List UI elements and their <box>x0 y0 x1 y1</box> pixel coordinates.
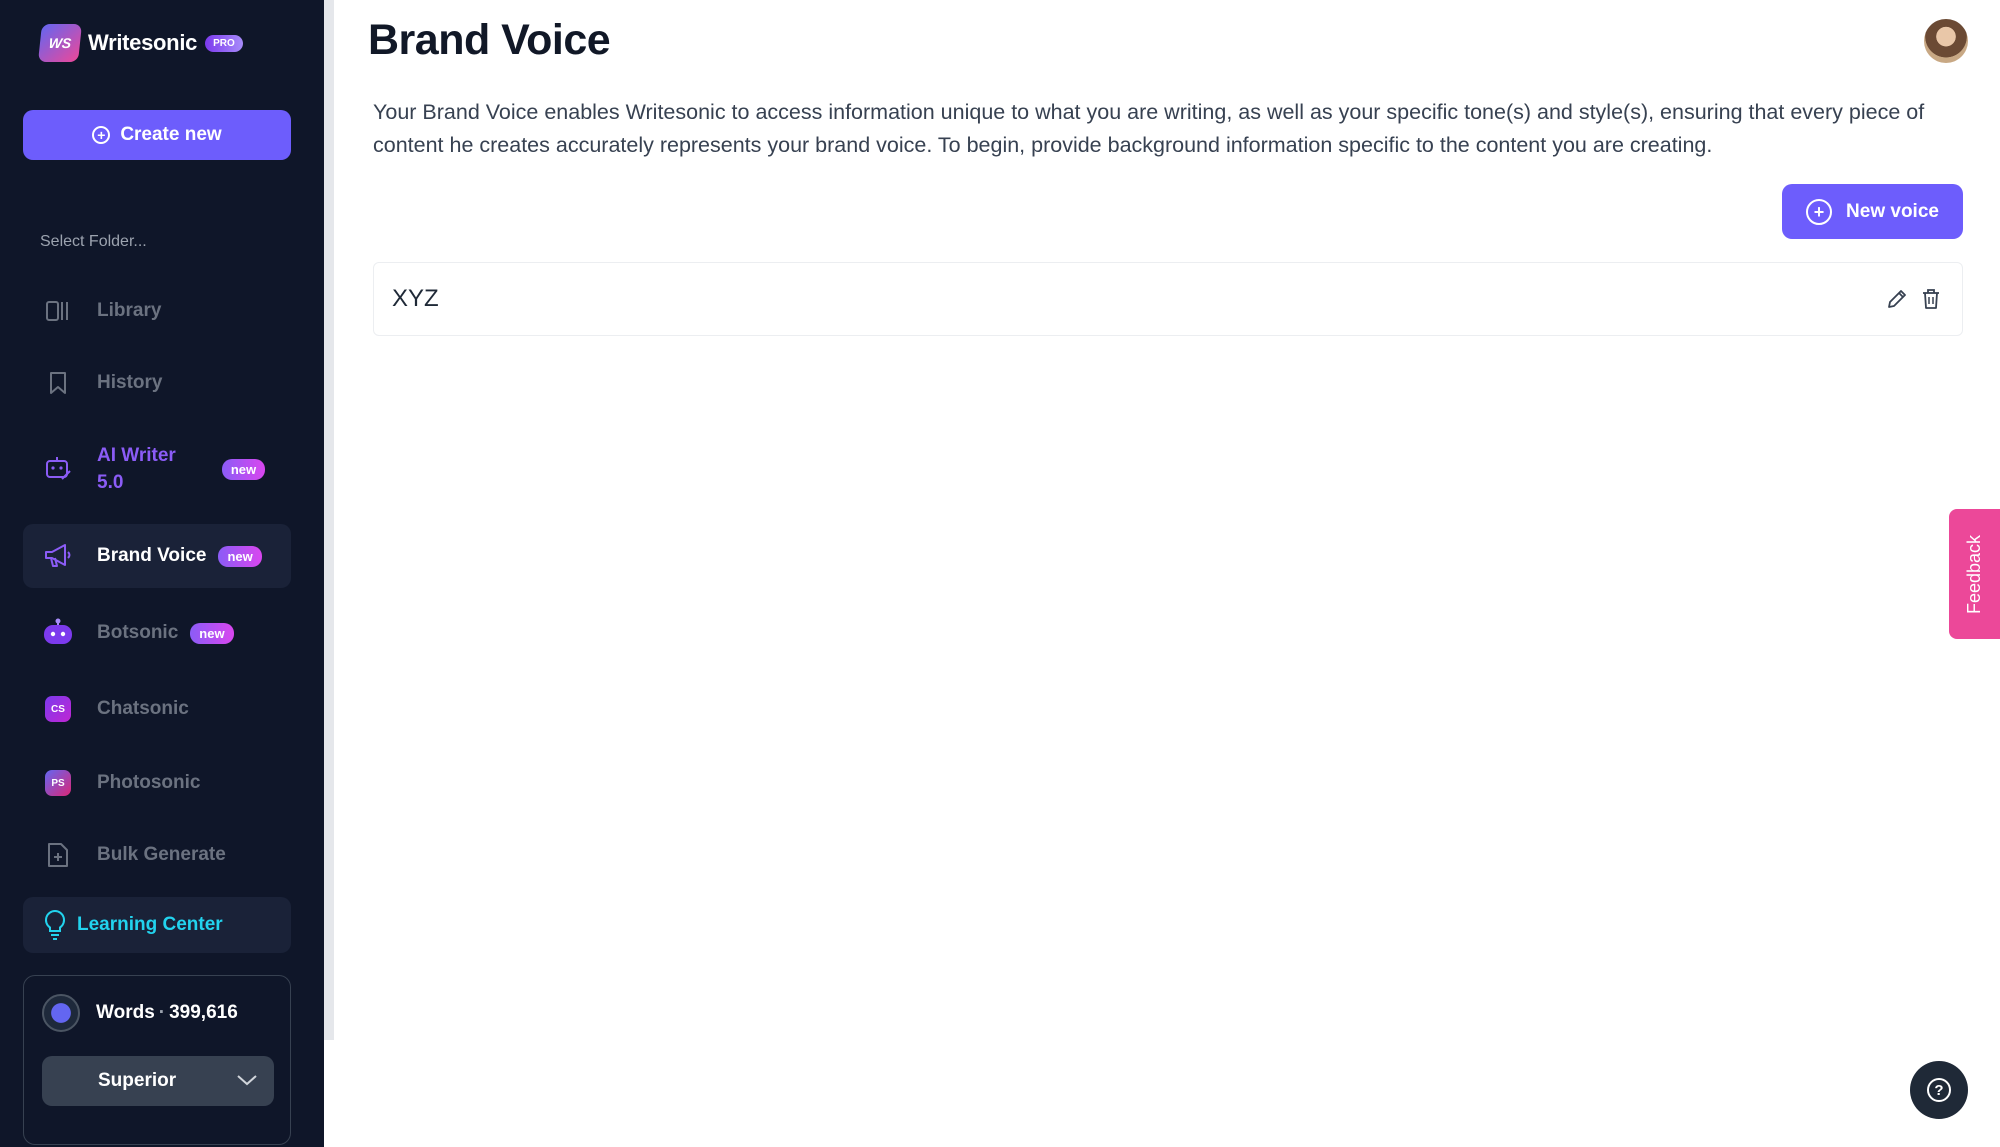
sidebar: WS Writesonic PRO + Create new Select Fo… <box>0 0 324 1147</box>
feedback-tab[interactable]: Feedback <box>1949 509 2000 639</box>
plus-circle-icon: + <box>92 126 111 144</box>
plan-select[interactable]: Superior <box>42 1056 274 1106</box>
words-label: Words · 399,616 <box>96 1002 238 1024</box>
words-label-text: Words <box>96 1002 155 1023</box>
chatsonic-icon: CS <box>41 692 75 726</box>
lightbulb-icon <box>43 909 67 941</box>
sidebar-scrollbar[interactable] <box>324 0 334 1040</box>
megaphone-icon <box>41 539 75 573</box>
new-badge: new <box>190 622 234 644</box>
sidebar-item-library[interactable]: Library <box>23 290 291 332</box>
sidebar-item-history[interactable]: History <box>23 362 291 404</box>
words-avatar-icon <box>42 994 80 1032</box>
app-name: Writesonic <box>88 30 198 55</box>
file-plus-icon <box>41 838 75 872</box>
new-badge: new <box>221 458 266 480</box>
feedback-label: Feedback <box>1964 534 1984 614</box>
edit-icon[interactable] <box>1884 286 1910 312</box>
sidebar-item-chatsonic[interactable]: CS Chatsonic <box>23 688 291 730</box>
help-button[interactable]: ? <box>1910 1061 1968 1119</box>
voice-list-item[interactable]: XYZ <box>373 262 1963 336</box>
pro-badge: PRO <box>205 34 243 52</box>
sidebar-item-label: Botsonic <box>97 622 179 643</box>
photosonic-badge: PS <box>45 770 71 796</box>
trash-icon[interactable] <box>1918 286 1944 312</box>
sidebar-item-label: Chatsonic <box>97 698 189 719</box>
words-row: Words · 399,616 <box>42 994 238 1032</box>
profile-avatar[interactable] <box>1924 19 1968 63</box>
writesonic-logo-icon: WS <box>38 24 82 62</box>
page-description: Your Brand Voice enables Writesonic to a… <box>373 100 1925 157</box>
folder-select[interactable]: Select Folder... <box>40 233 147 251</box>
new-badge: new <box>218 545 262 567</box>
new-voice-button[interactable]: + New voice <box>1782 184 1963 239</box>
words-count: 399,616 <box>169 1002 238 1023</box>
new-voice-label: New voice <box>1846 200 1939 222</box>
bot-icon <box>41 616 75 650</box>
app-logo[interactable]: WS Writesonic PRO <box>38 24 243 62</box>
sidebar-item-label: Brand Voice <box>97 545 207 566</box>
chatsonic-badge: CS <box>45 696 71 722</box>
sidebar-item-label: Bulk Generate <box>97 844 226 865</box>
create-new-label: Create new <box>120 124 222 145</box>
library-icon <box>41 294 75 328</box>
photosonic-icon: PS <box>41 766 75 800</box>
create-new-button[interactable]: + Create new <box>23 110 291 160</box>
ai-writer-line2: 5.0 <box>97 472 124 493</box>
separator-dot: · <box>158 1002 166 1023</box>
help-icon: ? <box>1927 1078 1951 1102</box>
sidebar-item-label: AI Writer 5.0 <box>97 442 176 496</box>
sidebar-item-botsonic[interactable]: Botsonic new <box>23 612 291 654</box>
page-title: Brand Voice <box>368 16 611 64</box>
learning-center-button[interactable]: Learning Center <box>23 897 291 953</box>
sidebar-item-label: Photosonic <box>97 772 201 793</box>
plus-circle-icon: + <box>1806 198 1833 225</box>
sidebar-item-photosonic[interactable]: PS Photosonic <box>23 762 291 804</box>
bookmark-icon <box>41 366 75 400</box>
sidebar-item-label: History <box>97 372 163 393</box>
voice-name: XYZ <box>392 285 439 312</box>
ai-writer-line1: AI Writer <box>97 445 176 466</box>
learning-center-label: Learning Center <box>77 914 223 935</box>
ai-writer-icon <box>41 452 75 486</box>
sidebar-item-brand-voice[interactable]: Brand Voice new <box>23 524 291 588</box>
sidebar-item-label: Library <box>97 300 162 321</box>
plan-select-value: Superior <box>98 1070 177 1091</box>
sidebar-item-ai-writer[interactable]: AI Writer 5.0 new <box>23 440 291 498</box>
sidebar-item-bulk-generate[interactable]: Bulk Generate <box>23 834 291 876</box>
words-usage-card: Words · 399,616 Superior <box>23 975 291 1145</box>
chevron-down-icon <box>236 1070 258 1092</box>
